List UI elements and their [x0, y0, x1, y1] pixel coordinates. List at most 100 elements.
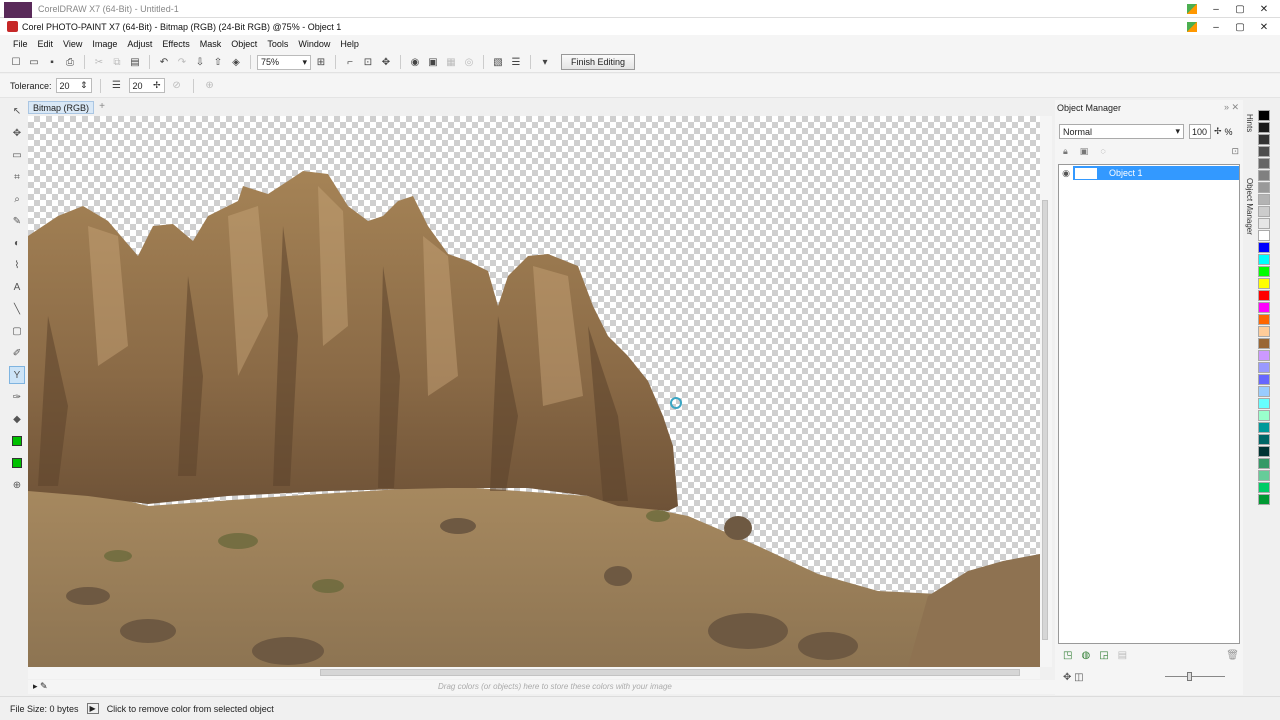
clone-tool-icon[interactable]: ⌇	[9, 256, 25, 274]
open-icon[interactable]: ▭	[26, 54, 42, 70]
opacity-spinner-icon[interactable]: ✢	[1214, 126, 1222, 137]
vertical-scroll-thumb[interactable]	[1042, 200, 1048, 640]
palette-color-swatch[interactable]	[1258, 206, 1270, 217]
properties-icon[interactable]: ⊡	[1231, 146, 1239, 160]
palette-options-icon[interactable]: ▸ ✎	[33, 681, 48, 692]
new-tab-icon[interactable]: +	[96, 101, 108, 114]
palette-color-swatch[interactable]	[1258, 398, 1270, 409]
tolerance-input[interactable]: 20 ⇕	[55, 78, 92, 93]
palette-color-swatch[interactable]	[1258, 134, 1270, 145]
color-swatches[interactable]	[9, 432, 25, 450]
menu-view[interactable]: View	[58, 39, 87, 49]
palette-color-swatch[interactable]	[1258, 350, 1270, 361]
display-mode-icon[interactable]: ▾	[537, 54, 553, 70]
menu-object[interactable]: Object	[226, 39, 262, 49]
shape-tool-icon[interactable]: ▢	[9, 322, 25, 340]
undo-icon[interactable]: ↶	[156, 54, 172, 70]
add-icon[interactable]: ⊕	[202, 78, 218, 94]
close-button[interactable]: ✕	[1252, 18, 1276, 36]
palette-color-swatch[interactable]	[1258, 254, 1270, 265]
antialias-icon[interactable]: ⊘	[169, 78, 185, 94]
clip-icon[interactable]: ◫	[1074, 672, 1083, 683]
add-tool-icon[interactable]: ⊕	[9, 476, 25, 494]
menu-adjust[interactable]: Adjust	[122, 39, 157, 49]
mask-transform-tool-icon[interactable]: ✥	[9, 124, 25, 142]
zoom-fit-icon[interactable]: ⊞	[313, 54, 329, 70]
palette-color-swatch[interactable]	[1258, 302, 1270, 313]
menu-tools[interactable]: Tools	[262, 39, 293, 49]
thumbnail-size-slider[interactable]	[1165, 672, 1225, 681]
photopaint-app-icon[interactable]	[7, 21, 18, 32]
text-tool-icon[interactable]: A	[9, 278, 25, 296]
palette-color-swatch[interactable]	[1258, 386, 1270, 397]
palette-color-swatch[interactable]	[1258, 122, 1270, 133]
color-transparency-tool-icon[interactable]: Y	[9, 366, 25, 384]
palette-color-swatch[interactable]	[1258, 242, 1270, 253]
palette-color-swatch[interactable]	[1258, 362, 1270, 373]
eraser-tool-icon[interactable]: ✑	[9, 388, 25, 406]
blend-mode-select[interactable]: Normal ▾	[1059, 124, 1184, 139]
app-launcher-icon[interactable]	[1180, 18, 1204, 36]
new-icon[interactable]: ☐	[8, 54, 24, 70]
opacity-input[interactable]: 100	[1189, 124, 1211, 139]
palette-color-swatch[interactable]	[1258, 326, 1270, 337]
finish-editing-button[interactable]: Finish Editing	[561, 54, 636, 70]
palette-color-swatch[interactable]	[1258, 290, 1270, 301]
palette-color-swatch[interactable]	[1258, 422, 1270, 433]
rulers-icon[interactable]: ⌐	[342, 54, 358, 70]
new-lens-icon[interactable]: ◍	[1081, 650, 1090, 664]
slider-knob[interactable]	[1187, 672, 1192, 681]
palette-color-swatch[interactable]	[1258, 374, 1270, 385]
maximize-button[interactable]: ▢	[1228, 18, 1252, 36]
lock-transparency-icon[interactable]: ▣	[1080, 146, 1089, 160]
menu-help[interactable]: Help	[335, 39, 364, 49]
palette-color-swatch[interactable]	[1258, 458, 1270, 469]
image-canvas[interactable]	[28, 116, 1040, 667]
palette-color-swatch[interactable]	[1258, 146, 1270, 157]
lock-transparency-icon[interactable]: ◎	[461, 54, 477, 70]
zoom-level-select[interactable]: 75% ▾	[257, 54, 311, 70]
play-icon[interactable]: ▶	[86, 703, 99, 714]
export-icon[interactable]: ⇧	[210, 54, 226, 70]
second-value-input[interactable]: 20 ✢	[128, 78, 165, 93]
palette-color-swatch[interactable]	[1258, 266, 1270, 277]
restore-icon[interactable]: ▢	[1228, 0, 1252, 18]
object-marquee-icon[interactable]: ▦	[443, 54, 459, 70]
hints-tab[interactable]: Hints	[1245, 114, 1254, 132]
save-icon[interactable]: ▪	[44, 54, 60, 70]
palette-color-swatch[interactable]	[1258, 410, 1270, 421]
new-object-icon[interactable]: ◳	[1063, 650, 1072, 664]
object-row[interactable]: ◉ Object 1	[1059, 166, 1239, 180]
horizontal-scroll-thumb[interactable]	[320, 669, 1020, 676]
object-selection[interactable]: Object 1	[1073, 166, 1239, 180]
paste-icon[interactable]: ▤	[127, 54, 143, 70]
fill-color-swatch[interactable]	[12, 436, 22, 446]
copy-icon[interactable]: ⧉	[109, 54, 125, 70]
grid-icon[interactable]: ⊡	[360, 54, 376, 70]
menu-effects[interactable]: Effects	[157, 39, 194, 49]
menu-edit[interactable]: Edit	[33, 39, 59, 49]
fill-tool-icon[interactable]: ◆	[9, 410, 25, 428]
menu-window[interactable]: Window	[293, 39, 335, 49]
menu-image[interactable]: Image	[87, 39, 122, 49]
options-icon[interactable]: ☰	[508, 54, 524, 70]
minimize-button[interactable]: –	[1204, 18, 1228, 36]
object-manager-tab[interactable]: Object Manager	[1245, 178, 1254, 235]
cut-icon[interactable]: ✂	[91, 54, 107, 70]
redo-icon[interactable]: ↷	[174, 54, 190, 70]
launcher-icon[interactable]: ◈	[228, 54, 244, 70]
document-palette[interactable]: ▸ ✎ Drag colors (or objects) here to sto…	[28, 680, 1058, 694]
print-icon[interactable]: ⎙	[62, 54, 78, 70]
mask-overlay-icon[interactable]: ▣	[425, 54, 441, 70]
combine-icon[interactable]: ◲	[1099, 650, 1108, 664]
rectangle-mask-tool-icon[interactable]: ▭	[9, 146, 25, 164]
palette-color-swatch[interactable]	[1258, 230, 1270, 241]
palette-color-swatch[interactable]	[1258, 314, 1270, 325]
mask-marquee-icon[interactable]: ◉	[407, 54, 423, 70]
link-icon[interactable]: ◌	[1100, 146, 1105, 160]
palette-color-swatch[interactable]	[1258, 434, 1270, 445]
zoom-tool-icon[interactable]: ⌕	[9, 190, 25, 208]
import-icon[interactable]: ⇩	[192, 54, 208, 70]
eyedropper-tool-icon[interactable]: ✎	[9, 212, 25, 230]
minimize-icon[interactable]: –	[1204, 0, 1228, 18]
